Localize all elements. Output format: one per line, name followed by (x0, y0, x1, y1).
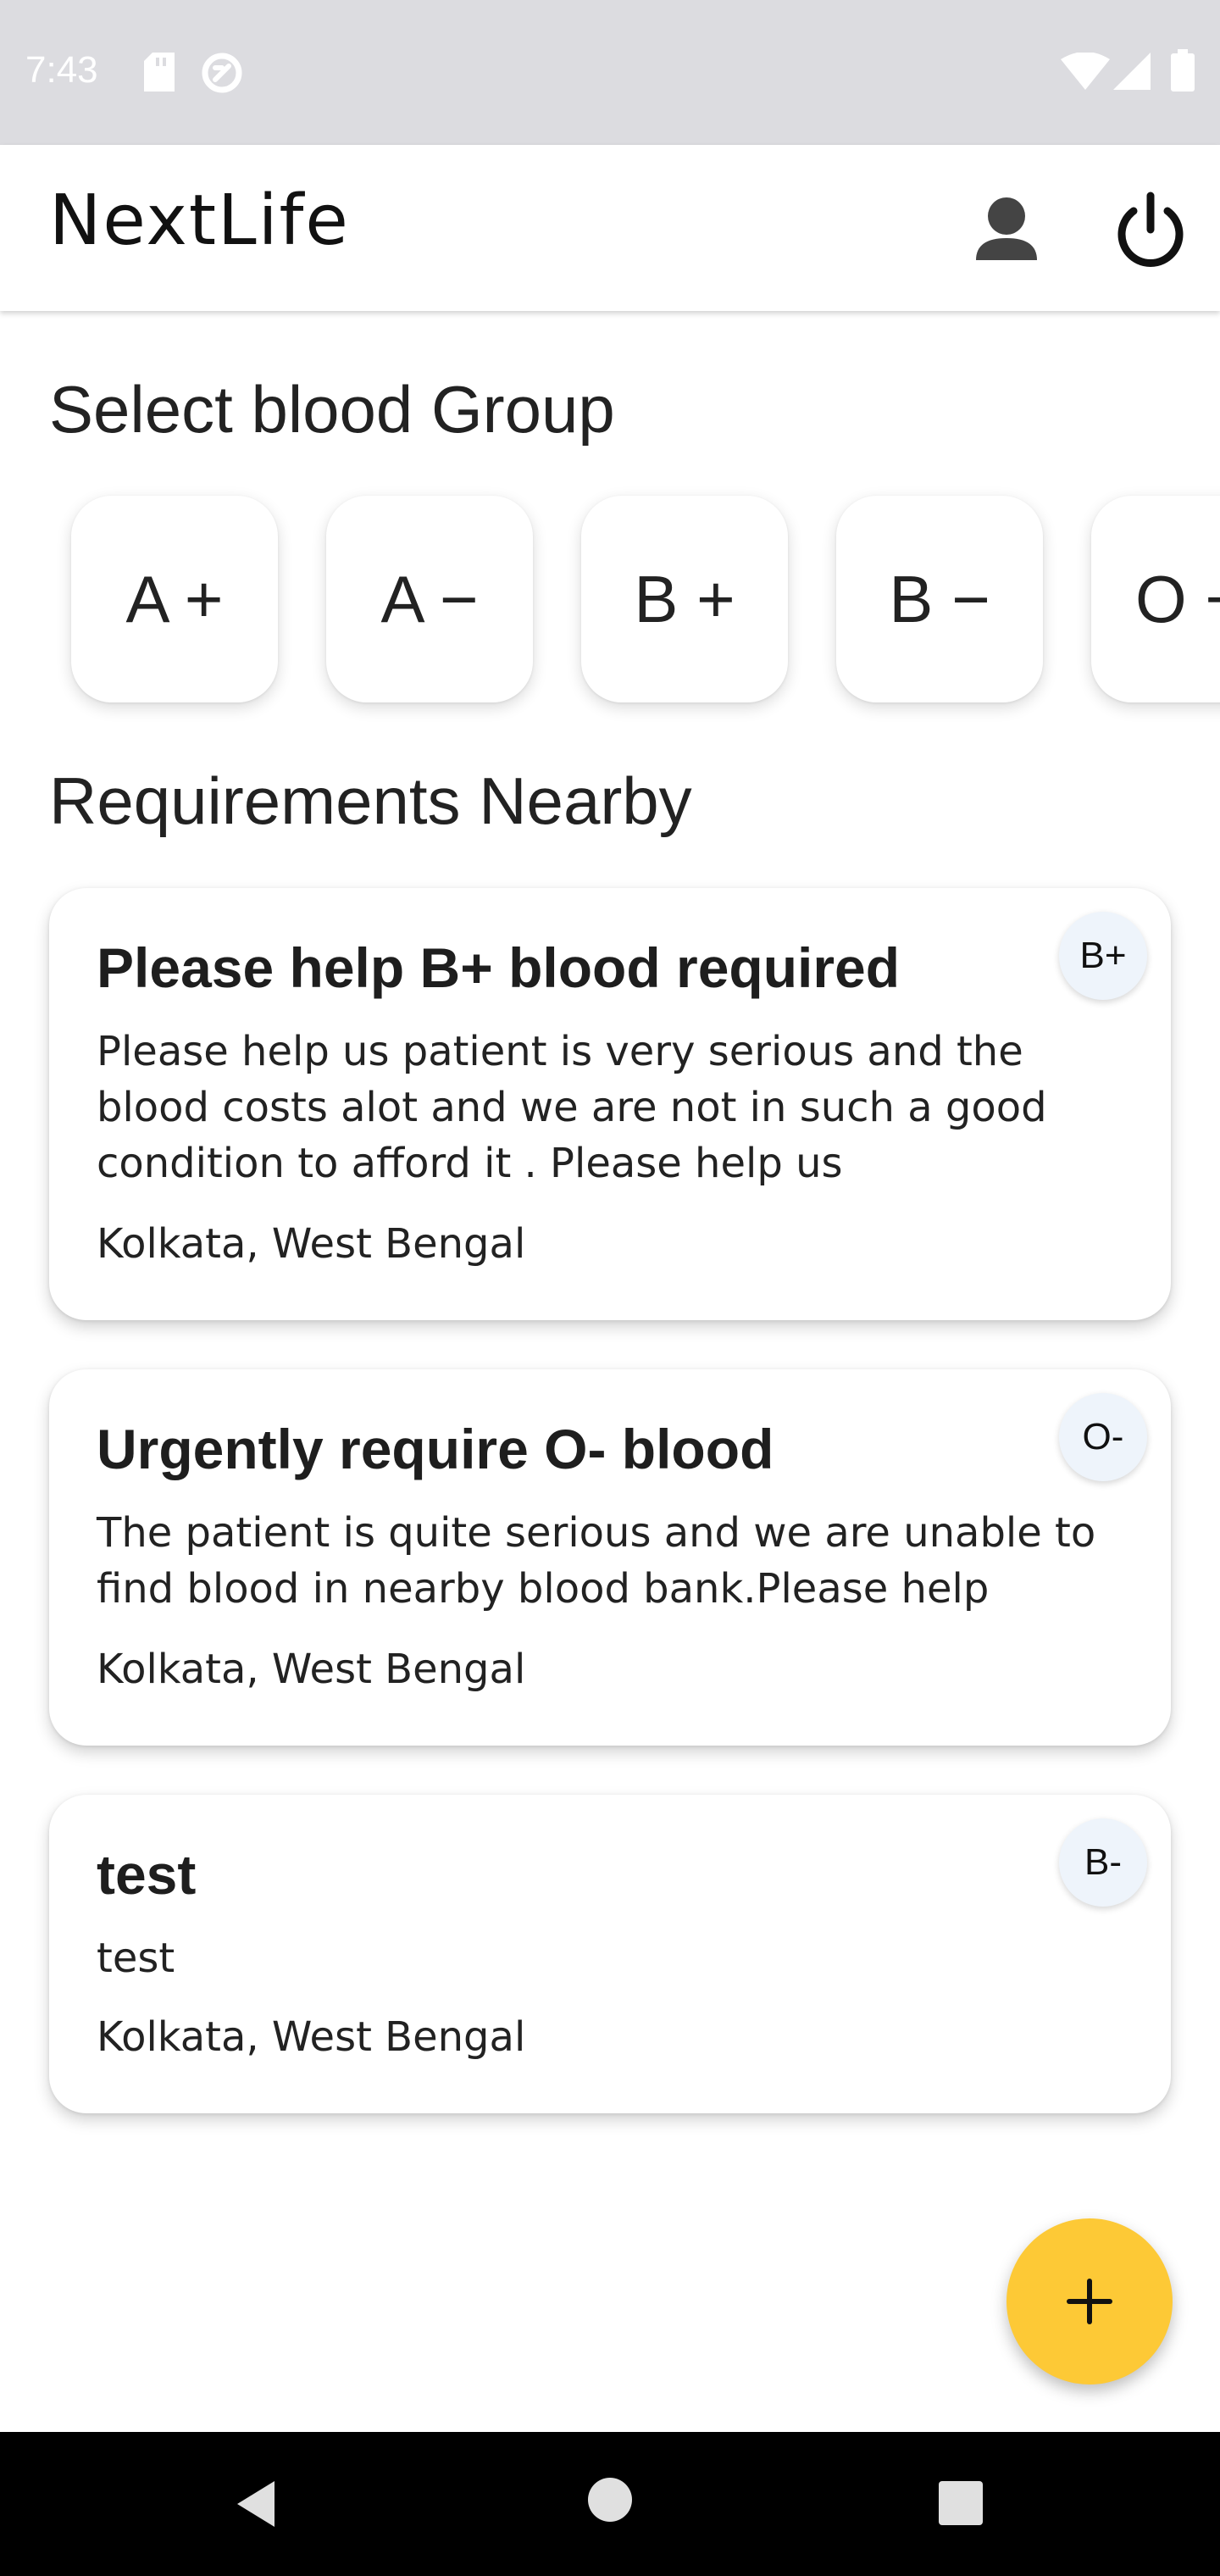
plus-icon (1067, 2279, 1112, 2324)
requirement-location: Kolkata, West Bengal (97, 2013, 526, 2061)
blood-group-badge: B+ (1059, 912, 1147, 1000)
power-icon (1117, 192, 1184, 267)
requirement-description: The patient is quite serious and we are … (97, 1509, 1096, 1613)
app-bar: NextLife (0, 145, 1220, 311)
blood-group-section-title: Select blood Group (49, 372, 615, 447)
blood-group-list: A + A − B + B − O + (0, 479, 1220, 733)
wifi-icon (1061, 53, 1110, 90)
sd-card-icon (144, 53, 175, 92)
requirement-location: Kolkata, West Bengal (97, 1646, 526, 1693)
blood-group-chip-a-positive[interactable]: A + (71, 496, 278, 702)
status-time: 7:43 (25, 49, 98, 91)
home-button[interactable] (586, 2476, 634, 2523)
blood-group-chip-a-negative[interactable]: A − (326, 496, 533, 702)
blood-group-chip-o-positive[interactable]: O + (1091, 496, 1220, 702)
profile-icon (976, 197, 1037, 260)
requirement-title: test (97, 1843, 197, 1906)
add-requirement-button[interactable] (1006, 2218, 1173, 2384)
requirement-card[interactable]: Urgently require O- blood The patient is… (49, 1369, 1171, 1746)
requirement-title: Please help B+ blood required (97, 936, 901, 999)
back-icon (237, 2481, 274, 2527)
blood-group-chip-b-positive[interactable]: B + (581, 496, 788, 702)
profile-button[interactable] (966, 191, 1047, 272)
blood-group-badge: O- (1059, 1393, 1147, 1481)
status-bar: 7:43 (0, 0, 1220, 145)
recents-button[interactable] (937, 2479, 984, 2527)
requirements-section-title: Requirements Nearby (49, 763, 692, 838)
blood-group-chip-b-negative[interactable]: B − (836, 496, 1043, 702)
requirement-description: Please help us patient is very serious a… (97, 1028, 1047, 1187)
back-button[interactable] (229, 2474, 288, 2534)
signal-icon (1113, 53, 1151, 90)
recents-icon (939, 2481, 983, 2525)
home-icon (588, 2478, 632, 2522)
requirement-card[interactable]: Please help B+ blood required Please hel… (49, 888, 1171, 1320)
blood-group-badge: B- (1059, 1818, 1147, 1907)
battery-icon (1171, 49, 1195, 92)
app-title: NextLife (49, 180, 350, 261)
requirement-card[interactable]: test test Kolkata, West Bengal B- (49, 1795, 1171, 2113)
requirement-location: Kolkata, West Bengal (97, 1220, 526, 1268)
requirement-title: Urgently require O- blood (97, 1418, 774, 1480)
system-nav-bar (0, 2432, 1220, 2576)
logout-button[interactable] (1108, 189, 1193, 274)
data-saver-icon (202, 53, 242, 93)
requirement-description: test (97, 1935, 175, 1982)
